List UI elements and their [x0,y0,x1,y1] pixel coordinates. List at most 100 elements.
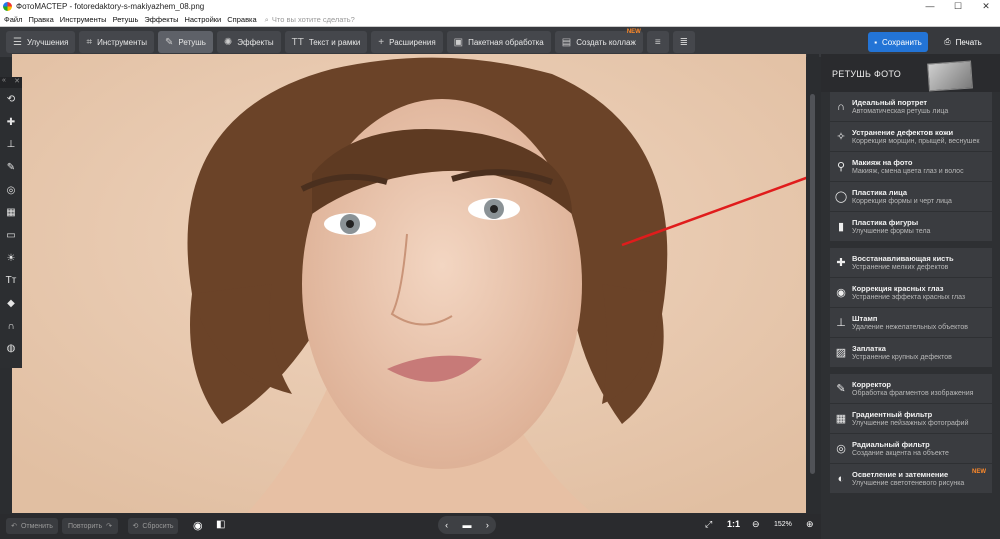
menu-search[interactable]: ⌕ Что вы хотите сделать? [265,13,355,26]
tool-makeup[interactable]: ⚲ Макияж на фото Макияж, смена цвета глаз … [830,152,992,182]
sun-tool-icon[interactable]: ☀ [0,247,22,270]
status-bar: ↶ Отменить Повторить ↷ ⟲ Сбросить ◉ ◧ [0,514,821,539]
radial-icon: ◎ [836,443,846,455]
tab-tools[interactable]: ⌗ Инструменты [79,31,154,53]
folder-icon[interactable]: ▬ [462,520,471,530]
tool-red-eye[interactable]: ◉ Коррекция красных глаз Устранение эффект… [830,278,992,308]
zoom-out-icon[interactable]: ⊖ [752,519,760,530]
gradient-tool-icon[interactable]: ▦ [0,201,22,224]
tool-subtitle: Устранение крупных дефектов [852,353,952,361]
tool-title: Штамп [852,313,878,323]
plus-icon: + [378,36,385,48]
rect-tool-icon[interactable]: ▭ [0,224,22,247]
maximize-button[interactable]: ☐ [944,0,972,13]
tool-face-sculpt[interactable]: ◯ Пластика лица Коррекция формы и черт лиц… [830,182,992,212]
window-controls: — ☐ ✕ [916,0,1000,13]
fit-screen-icon[interactable]: ⤢ [705,519,712,530]
close-panel-icon[interactable]: ✕ [14,77,20,88]
tab-extensions[interactable]: + Расширения [371,31,443,53]
search-input[interactable]: Что вы хотите сделать? [272,13,355,26]
menu-file[interactable]: Файл [4,13,22,26]
collage-button[interactable]: ▤ Создать коллаж NEW [554,29,643,53]
next-icon[interactable]: › [486,520,489,530]
brush-icon: ✎ [836,383,846,395]
tool-healing-brush[interactable]: ✚ Восстанавливающая кисть Устранение мелки… [830,248,992,278]
tool-title: Радиальный фильтр [852,439,930,449]
close-button[interactable]: ✕ [972,0,1000,13]
group-portrait: ∩ Идеальный портрет Автоматическая ретушь … [830,92,992,242]
tab-text-frames[interactable]: TT Текст и рамки [284,31,368,53]
tab-retouch[interactable]: ✎ Ретушь [157,31,213,53]
reset-button[interactable]: ⟲ Сбросить [128,518,178,534]
tool-gradient-filter[interactable]: ▦ Градиентный фильтр Улучшение пейзажных ф… [830,404,992,434]
tab-effects-label: Эффекты [237,37,274,47]
tool-stamp[interactable]: ⊥ Штамп Удаление нежелательных объектов [830,308,992,338]
actual-size-button[interactable]: 1:1 [727,519,740,529]
tool-subtitle: Коррекция морщин, прыщей, веснушек [852,137,980,145]
eye-icon[interactable]: ◉ [193,519,203,532]
save-button[interactable]: ▪ Сохранить [868,32,928,52]
text-tool-icon[interactable]: Tт [0,270,22,293]
tool-title: Корректор [852,379,891,389]
compare-button[interactable]: ≡ [646,31,669,53]
undo-button[interactable]: ↶ Отменить [6,518,58,534]
title-bar: ФотоМАСТЕР - fotoredaktory-s-makiyazhem_… [0,0,1000,13]
patch-tool-icon[interactable]: ✚ [0,111,22,134]
zoom-in-icon[interactable]: ⊕ [806,519,814,530]
panel-header-image [927,60,973,92]
stamp-icon: ⊥ [836,317,846,329]
tab-enhance[interactable]: ☰ Улучшения [6,31,76,53]
menu-bar: Файл Правка Инструменты Ретушь Эффекты Н… [0,13,1000,27]
tab-effects[interactable]: ✺ Эффекты [216,31,281,53]
tool-patch[interactable]: ▨ Заплатка Устранение крупных дефектов [830,338,992,368]
figure-icon: ▮ [837,221,845,233]
minimize-button[interactable]: — [916,0,944,13]
reset-label: Сбросить [142,522,174,530]
batch-button[interactable]: ▣ Пакетная обработка [446,31,551,53]
menu-effects[interactable]: Эффекты [144,13,178,26]
menu-edit[interactable]: Правка [28,13,53,26]
tool-subtitle: Обработка фрагментов изображения [852,389,974,397]
scroll-thumb[interactable] [810,94,815,474]
menu-retouch[interactable]: Ретушь [113,13,139,26]
swap-tool-icon[interactable]: ⟲ [0,88,22,111]
undo-icon: ↶ [11,523,17,530]
prev-icon[interactable]: ‹ [445,520,448,530]
tool-radial-filter[interactable]: ◎ Радиальный фильтр Создание акцента на об… [830,434,992,464]
vertical-scrollbar[interactable] [807,54,819,513]
tab-tools-label: Инструменты [97,37,147,47]
stamp-tool-icon[interactable]: ⊥ [0,133,22,156]
radial-tool-icon[interactable]: ◎ [0,179,22,202]
tool-ideal-portrait[interactable]: ∩ Идеальный портрет Автоматическая ретушь … [830,92,992,122]
menu-tools[interactable]: Инструменты [60,13,107,26]
history-button[interactable]: ≣ [672,31,695,53]
tool-corrector[interactable]: ✎ Корректор Обработка фрагментов изображен… [830,374,992,404]
tab-extensions-label: Расширения [389,37,436,47]
tool-skin-defects[interactable]: ✧ Устранение дефектов кожи Коррекция морщи… [830,122,992,152]
menu-help[interactable]: Справка [227,13,256,26]
compare-icon[interactable]: ◧ [216,519,225,530]
tool-subtitle: Макияж, смена цвета глаз и волос [852,167,964,175]
tool-figure-sculpt[interactable]: ▮ Пластика фигуры Улучшение формы тела [830,212,992,242]
skin-icon: ✧ [836,131,846,143]
sliders-icon: ☰ [13,36,22,48]
collapse-icon[interactable]: « [2,77,6,88]
bulb-tool-icon[interactable]: ◍ [0,338,22,361]
photo-canvas[interactable] [12,54,806,513]
tool-dodge-burn[interactable]: ◐ Осветление и затемнение Улучшение светот… [830,464,992,494]
tool-subtitle: Устранение эффекта красных глаз [852,293,966,301]
brush-tool-icon[interactable]: ✎ [0,156,22,179]
face-icon: ◯ [834,191,848,203]
bandage-icon: ✚ [836,257,846,269]
tool-title: Осветление и затемнение [852,469,949,479]
compare-icon: ≡ [654,36,661,48]
eye-icon: ◉ [836,287,846,299]
menu-settings[interactable]: Настройки [184,13,221,26]
redo-button[interactable]: Повторить ↷ [62,518,118,534]
zoom-level: 152% [774,521,792,528]
fill-tool-icon[interactable]: ◆ [0,292,22,315]
patch-icon: ▨ [835,347,847,359]
print-button[interactable]: ⎙ Печать [933,32,993,52]
magnet-tool-icon[interactable]: ∩ [0,315,22,338]
app-logo-icon [3,2,12,11]
